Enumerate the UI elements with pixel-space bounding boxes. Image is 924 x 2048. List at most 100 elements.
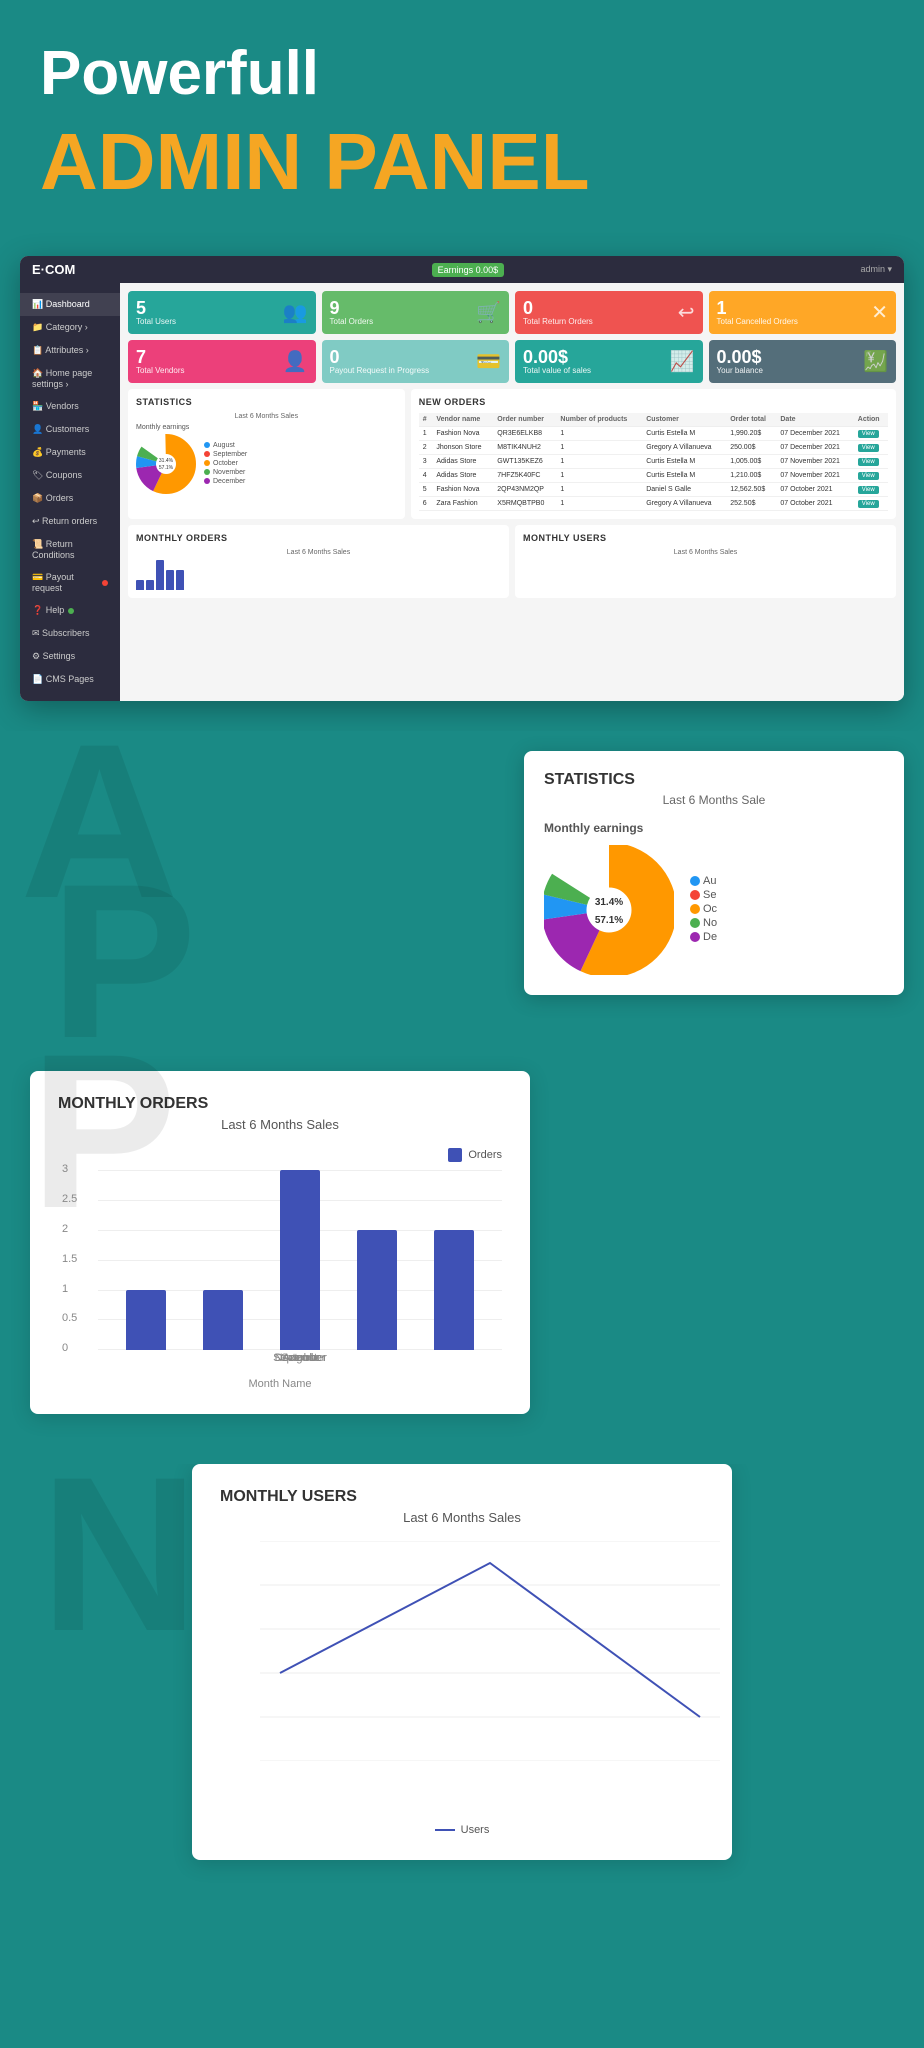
stat-vendors-label: Total Vendors	[136, 366, 184, 375]
new-orders-title: NEW ORDERS	[419, 397, 888, 407]
view-button[interactable]: View	[858, 430, 879, 438]
sidebar-item-settings[interactable]: ⚙ Settings	[20, 645, 120, 668]
col-vendor: Vendor name	[432, 413, 493, 427]
sidebar-item-homepage[interactable]: 🏠 Home page settings ›	[20, 362, 120, 395]
db-admin-label[interactable]: admin ▾	[860, 264, 892, 275]
table-row: 2 Jhonson Store M8TIK4NUH2 1 Gregory A V…	[419, 441, 888, 455]
cell-action[interactable]: View	[854, 483, 888, 497]
svg-text:57.1%: 57.1%	[595, 915, 623, 926]
cell-action[interactable]: View	[854, 427, 888, 441]
stat-card-balance: 0.00$ Your balance 💹	[709, 340, 897, 383]
bg-letter-a: A	[20, 731, 179, 931]
stats-large-pie-area: 31.4% 57.1% Au Se Oc No De	[544, 845, 884, 975]
monthly-users-title: MONTHLY USERS	[220, 1488, 704, 1506]
db-earnings-badge[interactable]: Earnings 0.00$	[432, 263, 505, 277]
hero-title-admin: ADMIN PANEL	[40, 118, 884, 206]
stat-users-label: Total Users	[136, 317, 176, 326]
sidebar-item-return-cond[interactable]: 📜 Return Conditions	[20, 533, 120, 566]
cell-qty: 1	[556, 441, 642, 455]
stat-card-orders: 9 Total Orders 🛒	[322, 291, 510, 334]
sidebar-item-help[interactable]: ❓ Help	[20, 599, 120, 622]
sidebar-item-coupons[interactable]: 🏷 Coupons	[20, 464, 120, 487]
pie-chart: 31.4% 57.1%	[136, 434, 196, 494]
sidebar-item-return-orders[interactable]: ↩ Return orders	[20, 510, 120, 533]
chart-title: Monthly earnings	[136, 424, 397, 431]
sidebar-item-subscribers[interactable]: ✉ Subscribers	[20, 622, 120, 645]
cell-customer: Curtis Estella M	[642, 455, 726, 469]
users-icon: 👥	[283, 300, 308, 325]
table-row: 6 Zara Fashion X5RMQBTPB0 1 Gregory A Vi…	[419, 497, 888, 511]
mini-bar-2	[146, 580, 154, 590]
sidebar-item-category[interactable]: 📁 Category ›	[20, 316, 120, 339]
cell-qty: 1	[556, 483, 642, 497]
sidebar-item-payments[interactable]: 💰 Payments	[20, 441, 120, 464]
db-content-panels: STATISTICS Last 6 Months Sales Monthly e…	[128, 389, 896, 519]
cell-customer: Curtis Estella M	[642, 427, 726, 441]
view-button[interactable]: View	[858, 458, 879, 466]
view-button[interactable]: View	[858, 444, 879, 452]
sidebar-item-attributes[interactable]: 📋 Attributes ›	[20, 339, 120, 362]
db-monthly-orders-mini: MONTHLY ORDERS Last 6 Months Sales	[128, 525, 509, 598]
sales-icon: 📈	[670, 349, 695, 374]
hero-title-powerfull: Powerfull	[40, 40, 884, 108]
stat-orders-label: Total Orders	[330, 317, 374, 326]
mini-bar-5	[176, 570, 184, 590]
cell-id: 2	[419, 441, 433, 455]
monthly-orders-subtitle: Last 6 Months Sales	[58, 1117, 502, 1132]
monthly-users-panel: MONTHLY USERS Last 6 Months Sales 5 4 3 …	[192, 1464, 732, 1860]
cell-date: 07 November 2021	[776, 455, 853, 469]
cell-action[interactable]: View	[854, 455, 888, 469]
sidebar-item-orders[interactable]: 📦 Orders	[20, 487, 120, 510]
cell-order: 7HFZ5K40FC	[493, 469, 556, 483]
cell-date: 07 October 2021	[776, 483, 853, 497]
statistics-large-panel: STATISTICS Last 6 Months Sale Monthly ea…	[524, 751, 904, 995]
cell-vendor: Fashion Nova	[432, 483, 493, 497]
view-button[interactable]: View	[858, 486, 879, 494]
sidebar-item-customers[interactable]: 👤 Customers	[20, 418, 120, 441]
pie-chart-area: 31.4% 57.1% August September October Nov…	[136, 434, 397, 494]
stat-sales-val: 0.00$	[523, 348, 591, 366]
monthly-orders-mini-title: MONTHLY ORDERS	[136, 533, 501, 543]
db-main-content: 5 Total Users 👥 9 Total Orders 🛒 0 Tot	[120, 283, 904, 701]
stat-cards-row2: 7 Total Vendors 👤 0 Payout Request in Pr…	[128, 340, 896, 383]
bg-letter-n: N	[40, 1464, 199, 1664]
monthly-orders-title: MONTHLY ORDERS	[58, 1095, 502, 1113]
cell-id: 4	[419, 469, 433, 483]
x-label-december: December	[275, 1352, 326, 1364]
orders-icon: 🛒	[476, 300, 501, 325]
stat-sales-label: Total value of sales	[523, 366, 591, 375]
stat-card-users: 5 Total Users 👥	[128, 291, 316, 334]
payout-icon: 💳	[476, 349, 501, 374]
cell-action[interactable]: View	[854, 441, 888, 455]
cell-customer: Daniel S Galle	[642, 483, 726, 497]
vendors-icon: 👤	[283, 349, 308, 374]
view-button[interactable]: View	[858, 500, 879, 508]
sidebar-item-payout[interactable]: 💳 Payout request	[20, 566, 120, 599]
svg-text:31.4%: 31.4%	[595, 897, 623, 908]
cell-id: 5	[419, 483, 433, 497]
bg-letter-p: P	[50, 851, 197, 1051]
orders-legend-box	[448, 1148, 462, 1162]
cell-action[interactable]: View	[854, 497, 888, 511]
cell-action[interactable]: View	[854, 469, 888, 483]
sidebar-item-vendors[interactable]: 🏪 Vendors	[20, 395, 120, 418]
sidebar-item-cms[interactable]: 📄 CMS Pages	[20, 668, 120, 691]
bar-rect-november	[357, 1230, 397, 1350]
col-id: #	[419, 413, 433, 427]
cell-total: 252.50$	[726, 497, 776, 511]
monthly-orders-mini-sub: Last 6 Months Sales	[136, 549, 501, 556]
orders-table: # Vendor name Order number Number of pro…	[419, 413, 888, 511]
cell-total: 250.00$	[726, 441, 776, 455]
svg-text:31.4%: 31.4%	[159, 458, 174, 464]
cell-vendor: Jhonson Store	[432, 441, 493, 455]
cell-total: 1,990.20$	[726, 427, 776, 441]
cell-total: 12,562.50$	[726, 483, 776, 497]
line-legend-line	[435, 1829, 455, 1831]
cell-vendor: Adidas Store	[432, 469, 493, 483]
sidebar-item-dashboard[interactable]: 📊 Dashboard	[20, 293, 120, 316]
bar-rect-august	[126, 1290, 166, 1350]
cell-qty: 1	[556, 455, 642, 469]
view-button[interactable]: View	[858, 472, 879, 480]
cell-total: 1,210.00$	[726, 469, 776, 483]
stat-cancelled-num: 1	[717, 299, 798, 317]
